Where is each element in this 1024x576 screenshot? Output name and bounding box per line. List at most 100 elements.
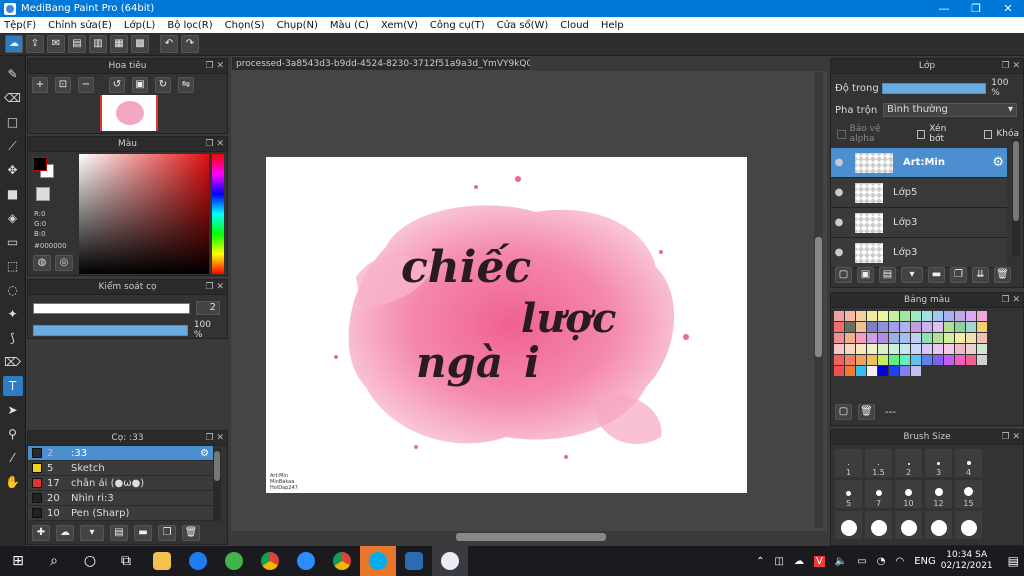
clipping-checkbox[interactable] (916, 129, 926, 139)
layer-folder-icon[interactable]: ▬ (928, 267, 945, 283)
palette-swatch[interactable] (933, 333, 943, 343)
palette-swatch[interactable] (911, 333, 921, 343)
palette-swatch[interactable] (944, 344, 954, 354)
palette-swatch[interactable] (933, 344, 943, 354)
brush-size-slider[interactable] (33, 302, 190, 314)
palette-swatch[interactable] (834, 322, 844, 332)
canvas-vertical-scrollbar[interactable] (814, 72, 823, 528)
brush-opacity-slider[interactable] (33, 324, 188, 336)
language-indicator[interactable]: ENG (914, 556, 936, 567)
brush-item[interactable]: 10 Pen (Sharp) (28, 506, 213, 521)
palette-swatch[interactable] (856, 366, 866, 376)
palette-swatch[interactable] (955, 355, 965, 365)
palette-swatch[interactable] (955, 322, 965, 332)
menu-color[interactable]: Màu (C) (330, 20, 369, 31)
volume-icon[interactable]: 🔈 (835, 556, 847, 567)
medibang-taskbar-icon[interactable] (432, 546, 468, 576)
palette-swatch[interactable] (922, 322, 932, 332)
menu-tools[interactable]: Công cụ(T) (430, 20, 485, 31)
menu-select[interactable]: Chọn(S) (225, 20, 265, 31)
palette-swatch[interactable] (889, 333, 899, 343)
palette-swatch[interactable] (878, 366, 888, 376)
eye-icon[interactable]: ● (831, 217, 847, 228)
palette-swatch-grid[interactable] (831, 308, 1023, 379)
hue-slider[interactable] (212, 154, 224, 274)
file-explorer-icon[interactable] (144, 546, 180, 576)
palette-icon[interactable]: ◍ (33, 255, 51, 271)
canvas-horizontal-scrollbar[interactable] (231, 531, 827, 543)
eye-icon[interactable]: ● (831, 247, 847, 258)
dot-tool-icon[interactable]: ⟋ (3, 136, 23, 156)
protect-alpha-checkbox[interactable] (837, 129, 846, 139)
brush-size-cell[interactable]: 2 (895, 449, 922, 477)
palette-swatch[interactable] (845, 344, 855, 354)
palette-swatch[interactable] (834, 366, 844, 376)
palette-swatch[interactable] (922, 311, 932, 321)
gradient-tool-icon[interactable]: ▭ (3, 232, 23, 252)
layer-settings-gear-icon[interactable]: ⚙ (992, 155, 1004, 170)
minimize-button[interactable]: — (928, 0, 960, 17)
palette-swatch[interactable] (889, 366, 899, 376)
layer-opacity-slider[interactable] (881, 82, 987, 94)
navigator-preview[interactable] (100, 95, 158, 131)
palette-swatch[interactable] (911, 355, 921, 365)
brush-size-cell[interactable] (955, 511, 982, 539)
rotate-left-icon[interactable]: ↺ (109, 77, 125, 93)
brush-copy-icon[interactable]: ❐ (158, 525, 176, 541)
saturation-value-picker[interactable] (79, 154, 209, 274)
zoom-out-icon[interactable]: − (78, 77, 94, 93)
merge-layer-icon[interactable]: ⇊ (972, 267, 989, 283)
palette-swatch[interactable] (900, 333, 910, 343)
cloud-icon[interactable]: ☁ (5, 35, 23, 53)
palette-swatch[interactable] (911, 322, 921, 332)
chrome-profile-icon[interactable] (324, 546, 360, 576)
zalo-icon[interactable] (180, 546, 216, 576)
magic-wand-tool-icon[interactable]: ✦ (3, 304, 23, 324)
new-8bit-layer-icon[interactable]: ▤ (879, 267, 896, 283)
palette-swatch[interactable] (889, 311, 899, 321)
grid-icon[interactable]: ▦ (110, 35, 128, 53)
palette-swatch[interactable] (900, 322, 910, 332)
brush-delete-icon[interactable]: 🗑 (182, 525, 200, 541)
eye-icon[interactable]: ● (831, 187, 847, 198)
photos-icon[interactable] (396, 546, 432, 576)
brush-list-scrollbar[interactable] (213, 449, 221, 521)
palette-swatch[interactable] (955, 311, 965, 321)
move-tool-icon[interactable]: ✥ (3, 160, 23, 180)
palette-swatch[interactable] (878, 333, 888, 343)
brush-item[interactable]: 5 Sketch (28, 461, 213, 476)
brush-folder-icon[interactable]: ▬ (134, 525, 152, 541)
palette-swatch[interactable] (911, 344, 921, 354)
panel-controls-icon[interactable]: ❐ ✕ (1002, 293, 1020, 308)
document-icon[interactable]: ▥ (89, 35, 107, 53)
task-view-icon[interactable]: ⧉ (108, 546, 144, 576)
select-eraser-tool-icon[interactable]: ⌦ (3, 352, 23, 372)
brush-size-cell[interactable]: 1.5 (865, 449, 892, 477)
select-rect-tool-icon[interactable]: ⬚ (3, 256, 23, 276)
close-button[interactable]: ✕ (992, 0, 1024, 17)
hand-tool-icon[interactable]: ✋ (3, 472, 23, 492)
color-history-icon[interactable]: ◎ (55, 255, 73, 271)
palette-swatch[interactable] (955, 333, 965, 343)
brush-tool-icon[interactable]: ✎ (3, 64, 23, 84)
zoom-in-icon[interactable]: + (32, 77, 48, 93)
eraser-tool-icon[interactable]: ⌫ (3, 88, 23, 108)
palette-swatch[interactable] (922, 355, 932, 365)
layer-item[interactable]: ● Lớp3 (831, 238, 1007, 268)
message-icon[interactable]: ▤ (68, 35, 86, 53)
panel-controls-icon[interactable]: ❐ ✕ (206, 137, 224, 152)
brush-size-cell[interactable]: 10 (895, 480, 922, 508)
menu-window[interactable]: Cửa sổ(W) (497, 20, 549, 31)
menu-snap[interactable]: Chụp(N) (277, 20, 318, 31)
brush-size-cell[interactable] (865, 511, 892, 539)
menu-view[interactable]: Xem(V) (381, 20, 418, 31)
notification-icon[interactable]: ▤ (1008, 554, 1019, 568)
zoom-icon[interactable] (288, 546, 324, 576)
palette-swatch[interactable] (834, 311, 844, 321)
palette-swatch[interactable] (977, 355, 987, 365)
palette-swatch[interactable] (955, 344, 965, 354)
palette-swatch[interactable] (933, 355, 943, 365)
layer-item[interactable]: ● Lớp5 (831, 178, 1007, 208)
redo-icon[interactable]: ↷ (181, 35, 199, 53)
add-brush-icon[interactable]: ✚ (32, 525, 50, 541)
